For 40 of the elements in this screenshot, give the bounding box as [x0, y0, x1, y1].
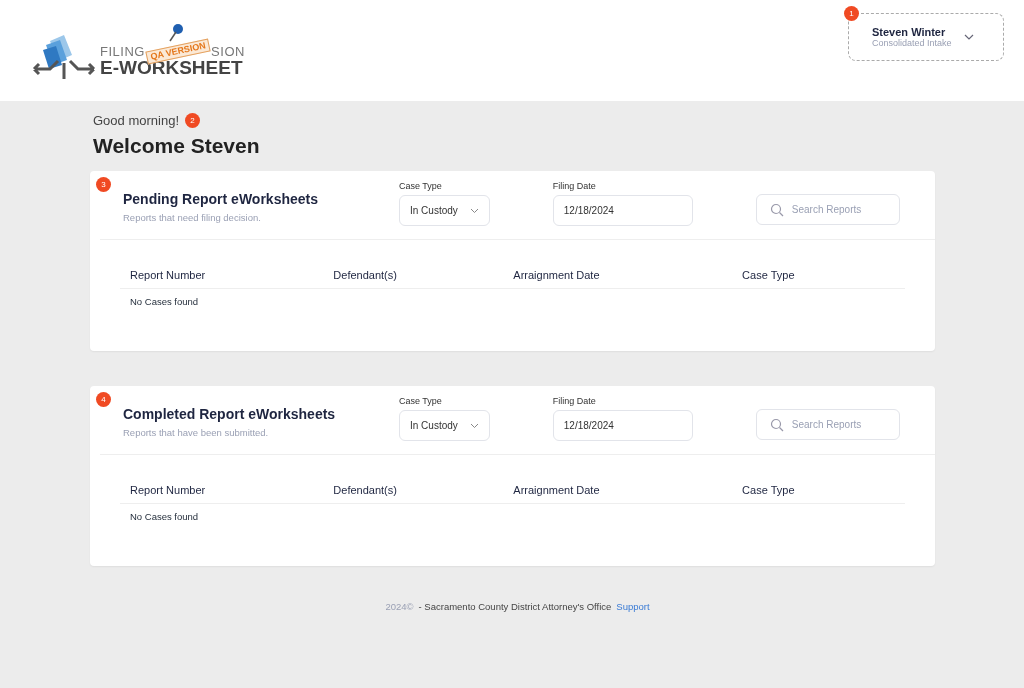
column-header: Case Type [732, 477, 905, 504]
section-subtitle: Reports that need filing decision. [123, 212, 262, 223]
footer-text: - Sacramento County District Attorney's Office [418, 601, 612, 612]
support-link[interactable]: Support [616, 601, 650, 612]
empty-message: No Cases found [130, 511, 199, 522]
search-field[interactable]: Search Reports [755, 409, 900, 440]
logo-drawing [30, 32, 98, 81]
search-field[interactable]: Search Reports [755, 194, 900, 225]
step-badge: 1 [844, 5, 859, 21]
section-title: Completed Report eWorksheets [123, 406, 337, 422]
column-header: Report Number [120, 262, 324, 289]
chevron-down-icon [469, 422, 479, 429]
field-label: Filing Date [552, 396, 597, 406]
page-title: Welcome Steven [93, 134, 261, 158]
section-subtitle: Reports that have been submitted. [123, 427, 270, 438]
logo-text: SION [211, 44, 245, 58]
column-header: Arraignment Date [503, 262, 733, 289]
chevron-down-icon [469, 207, 479, 214]
column-header: Defendant(s) [323, 477, 504, 504]
logo-text: FILING [100, 44, 145, 58]
column-header: Report Number [120, 477, 324, 504]
case-type-dropdown[interactable]: In Custody [399, 410, 490, 441]
filing-date-field[interactable]: 12/18/2024 [552, 410, 693, 441]
step-badge: 3 [96, 177, 111, 192]
field-label: Case Type [399, 181, 443, 191]
field-label: Case Type [399, 396, 443, 406]
field-label: Filing Date [552, 181, 597, 191]
copyright-text: 2024© [385, 601, 414, 612]
case-type-dropdown[interactable]: In Custody [399, 195, 490, 226]
filing-date-field[interactable]: 12/18/2024 [552, 195, 693, 226]
step-badge: 2 [185, 113, 200, 128]
greeting-text: Good morning! [93, 113, 179, 128]
pushpin-icon [168, 22, 184, 43]
empty-message: No Cases found [130, 296, 199, 307]
column-header: Defendant(s) [323, 262, 504, 289]
column-header: Case Type [732, 262, 905, 289]
step-badge: 4 [96, 392, 111, 407]
section-title: Pending Report eWorksheets [123, 191, 319, 207]
chevron-down-icon [963, 33, 974, 40]
column-header: Arraignment Date [503, 477, 733, 504]
